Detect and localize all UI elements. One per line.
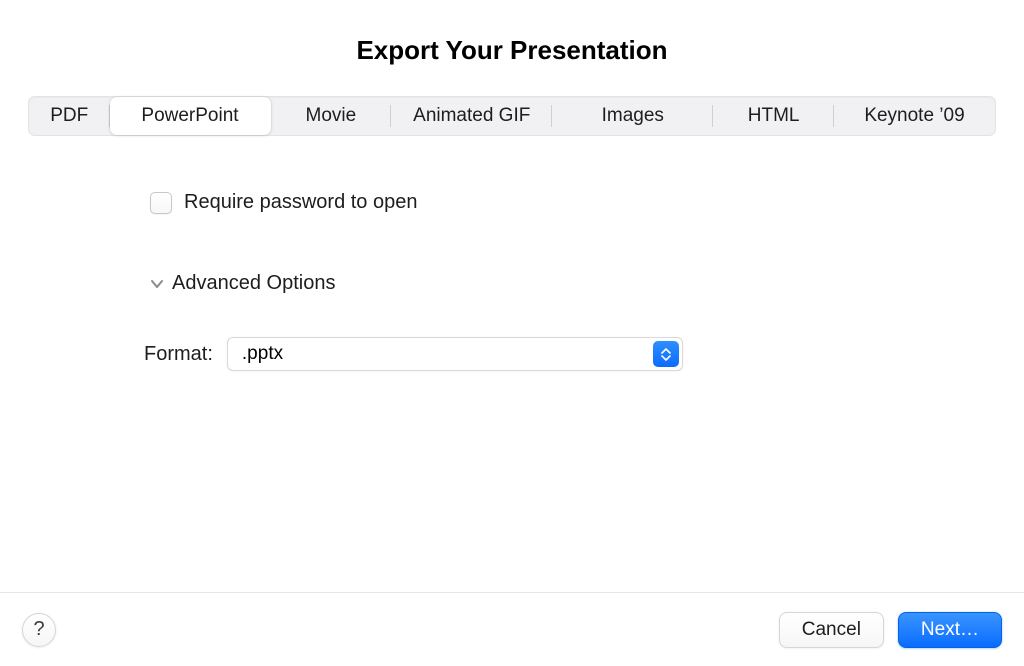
advanced-options-label: Advanced Options <box>172 272 335 295</box>
dialog-footer: ? Cancel Next… <box>0 592 1024 666</box>
tab-label: Movie <box>306 105 357 127</box>
tab-html[interactable]: HTML <box>713 97 834 135</box>
format-select-value: .pptx <box>227 337 683 371</box>
tab-keynote-09[interactable]: Keynote ’09 <box>834 97 995 135</box>
format-row: Format: .pptx <box>144 337 1024 371</box>
require-password-checkbox[interactable] <box>150 192 172 214</box>
next-button-label: Next… <box>921 619 979 641</box>
format-tabs-container: PDF PowerPoint Movie Animated GIF Images… <box>0 96 1024 136</box>
format-label: Format: <box>144 343 213 366</box>
format-tabs: PDF PowerPoint Movie Animated GIF Images… <box>28 96 996 136</box>
export-dialog: Export Your Presentation PDF PowerPoint … <box>0 0 1024 666</box>
dialog-title: Export Your Presentation <box>0 0 1024 96</box>
tab-powerpoint[interactable]: PowerPoint <box>110 97 271 135</box>
require-password-label: Require password to open <box>184 191 417 214</box>
tab-label: HTML <box>748 105 800 127</box>
cancel-button-label: Cancel <box>802 619 861 641</box>
tab-images[interactable]: Images <box>552 97 713 135</box>
next-button[interactable]: Next… <box>898 612 1002 648</box>
cancel-button[interactable]: Cancel <box>779 612 884 648</box>
tab-label: Images <box>602 105 664 127</box>
help-icon: ? <box>33 618 44 641</box>
tab-label: Keynote ’09 <box>864 105 964 127</box>
tab-label: PDF <box>50 105 88 127</box>
tab-pdf[interactable]: PDF <box>29 97 110 135</box>
tab-label: Animated GIF <box>413 105 530 127</box>
tab-animated-gif[interactable]: Animated GIF <box>391 97 552 135</box>
advanced-options-toggle[interactable]: Advanced Options <box>150 272 1024 295</box>
format-select[interactable]: .pptx <box>227 337 683 371</box>
chevron-down-icon <box>150 277 164 291</box>
options-panel: Require password to open Advanced Option… <box>0 136 1024 371</box>
select-stepper-icon <box>653 341 679 367</box>
help-button[interactable]: ? <box>22 613 56 647</box>
tab-label: PowerPoint <box>141 105 238 127</box>
require-password-row: Require password to open <box>150 191 1024 214</box>
tab-movie[interactable]: Movie <box>271 97 392 135</box>
